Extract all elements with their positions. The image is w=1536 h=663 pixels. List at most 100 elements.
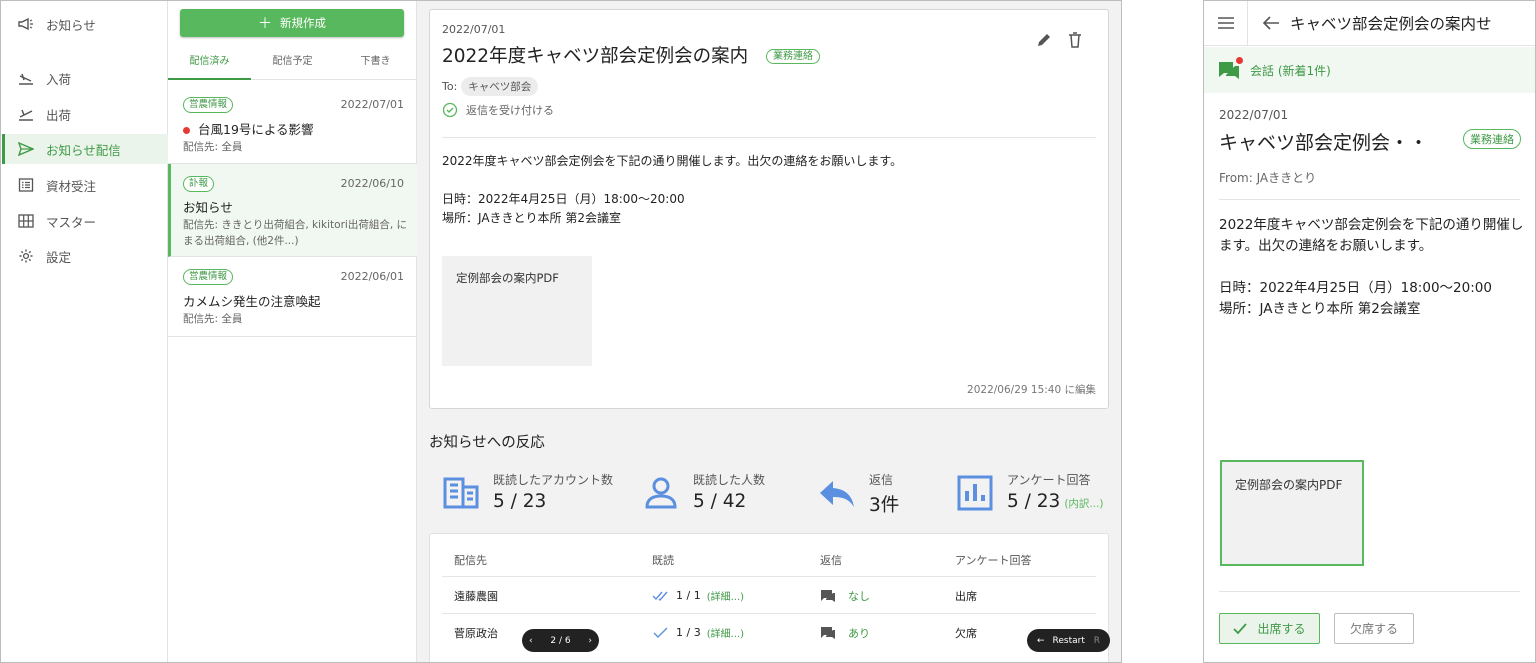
divider	[1219, 591, 1520, 592]
read-detail-link[interactable]: (詳細...)	[707, 588, 744, 603]
check-circle-icon	[442, 102, 458, 118]
category-badge: 業務連絡	[765, 49, 820, 64]
next-page-icon[interactable]: ›	[588, 636, 592, 646]
stat-value: 5 / 23 (内訳...)	[1007, 491, 1104, 512]
restart-button[interactable]: ← Restart R	[1027, 629, 1110, 652]
cell-read-value: 1 / 3	[676, 626, 701, 639]
nav-label: お知らせ	[46, 17, 96, 33]
stat-label: 既読したアカウント数	[493, 473, 614, 487]
cell-recipient: 菅原政治	[454, 627, 498, 640]
bar-chart-icon	[957, 475, 993, 511]
tab-drafts[interactable]: 下書き	[334, 49, 417, 79]
list-item-date: 2022/06/01	[340, 270, 404, 283]
stat-label: 既読した人数	[693, 473, 766, 487]
stat-value: 5 / 42	[693, 491, 747, 512]
stat-read-accounts: 既読したアカウント数 5 / 23	[441, 469, 613, 519]
cell-reply-value[interactable]: なし	[848, 588, 870, 604]
building-icon	[443, 477, 479, 509]
recipients-row: To: キャベツ部会	[442, 77, 539, 96]
mobile-page-title: キャベツ部会定例会の案内せ	[1290, 15, 1492, 33]
stat-replies: 返信 3件	[817, 469, 899, 519]
edited-timestamp: 2022/06/29 15:40 に編集	[967, 384, 1096, 396]
nav-item-material-orders[interactable]: 資材受注	[2, 170, 168, 200]
tab-sent[interactable]: 配信済み	[168, 49, 251, 80]
flight-takeoff-icon	[16, 106, 36, 122]
divider	[442, 137, 1096, 138]
chat-icon	[821, 590, 835, 602]
category-tag: 訃報	[183, 176, 215, 192]
nav-item-arrival[interactable]: 入荷	[2, 63, 168, 93]
cell-read: 1 / 1 (詳細...)	[652, 588, 744, 603]
list-item[interactable]: 営農情報 2022/06/01 カメムシ発生の注意喚起 配信先: 全員	[168, 257, 417, 337]
mobile-header: キャベツ部会定例会の案内せ	[1204, 1, 1535, 46]
back-button[interactable]	[1260, 12, 1282, 34]
stat-value: 5 / 23	[493, 491, 547, 512]
prev-page-icon[interactable]: ‹	[529, 636, 533, 646]
chat-icon	[821, 627, 835, 639]
nav-label: 設定	[46, 249, 72, 265]
nav-item-notice-delivery[interactable]: お知らせ配信	[2, 134, 168, 164]
list-item[interactable]: 営農情報 2022/07/01 台風19号による影響 配信先: 全員	[168, 81, 417, 164]
read-detail-link[interactable]: (詳細...)	[707, 625, 744, 640]
stat-label: アンケート回答	[1007, 473, 1091, 487]
new-notice-label: 新規作成	[280, 16, 326, 30]
new-badge-icon	[1236, 57, 1243, 64]
nav-item-shipping[interactable]: 出荷	[2, 99, 168, 129]
attachment-pdf[interactable]: 定例部会の案内PDF	[442, 256, 592, 366]
cell-reply: なし	[820, 588, 870, 604]
list-tabs: 配信済み 配信予定 下書き	[168, 49, 417, 80]
nav-item-settings[interactable]: 設定	[2, 241, 168, 271]
mobile-notice-title: キャベツ部会定例会・・	[1219, 132, 1429, 154]
absent-button[interactable]: 欠席する	[1334, 613, 1414, 644]
delete-button[interactable]	[1065, 30, 1085, 50]
flight-land-icon	[16, 70, 36, 86]
list-item-selected[interactable]: 訃報 2022/06/10 お知らせ 配信先: ききとり出荷組合, kikito…	[168, 164, 417, 257]
notice-body: 2022年度キャベツ部会定例会を下記の通り開催します。出欠の連絡をお願いします。…	[442, 154, 903, 225]
mobile-notice-body: 2022年度キャベツ部会定例会を下記の通り開催します。出欠の連絡をお願いします。…	[1219, 217, 1524, 317]
reactions-title: お知らせへの反応	[429, 435, 545, 451]
restart-shortcut: R	[1093, 635, 1100, 646]
mobile-notice-date: 2022/07/01	[1219, 108, 1289, 122]
double-check-icon	[652, 591, 668, 601]
return-arrow-icon: ←	[1037, 635, 1045, 646]
pager: ‹ 2 / 6 ›	[522, 629, 599, 652]
recipient-chip: キャベツ部会	[461, 77, 539, 96]
nav-item-notices[interactable]: お知らせ	[2, 9, 168, 39]
list-item-title: 台風19号による影響	[183, 119, 314, 138]
attend-button[interactable]: 出席する	[1219, 613, 1320, 644]
category-badge: 業務連絡	[1463, 129, 1521, 149]
check-icon	[653, 627, 668, 638]
attachment-pdf[interactable]: 定例部会の案内PDF	[1220, 460, 1364, 566]
mobile-window: キャベツ部会定例会の案内せ 会話 (新着1件) 2022/07/01 キャベツ部…	[1203, 0, 1536, 663]
arrow-left-icon	[1262, 16, 1279, 30]
col-header-reply: 返信	[820, 554, 842, 567]
person-icon	[645, 477, 677, 509]
list-item-title: カメムシ発生の注意喚起	[183, 294, 321, 309]
cell-survey: 欠席	[955, 627, 977, 640]
new-notice-button[interactable]: ＋ 新規作成	[180, 9, 404, 37]
stat-value: 3件	[869, 495, 900, 516]
cell-reply-value[interactable]: あり	[848, 625, 870, 641]
cell-recipient: 遠藤農園	[454, 590, 498, 603]
stat-survey: アンケート回答 5 / 23 (内訳...)	[955, 469, 1104, 519]
list-item-title-text: 台風19号による影響	[198, 122, 314, 137]
gear-icon	[16, 248, 36, 264]
nav-label: 出荷	[46, 107, 72, 123]
side-nav: お知らせ 入荷 出荷 お知らせ配信 資材受注 マスター 設定	[2, 1, 168, 662]
edit-button[interactable]	[1034, 30, 1054, 50]
notice-list-panel: ＋ 新規作成 配信済み 配信予定 下書き 営農情報 2022/07/01 台風1…	[168, 1, 417, 662]
conversation-banner[interactable]: 会話 (新着1件)	[1204, 47, 1535, 93]
page-indicator: 2 / 6	[550, 635, 571, 646]
survey-breakdown-link[interactable]: (内訳...)	[1064, 498, 1103, 510]
stat-value-text: 5 / 23	[1007, 491, 1061, 512]
category-tag: 営農情報	[183, 269, 234, 285]
sender-label: From: JAききとり	[1219, 171, 1317, 185]
tab-scheduled[interactable]: 配信予定	[251, 49, 334, 79]
nav-item-master[interactable]: マスター	[2, 206, 168, 236]
menu-button[interactable]	[1204, 1, 1248, 45]
conversation-label: 会話 (新着1件)	[1250, 63, 1331, 78]
cell-survey: 出席	[955, 590, 977, 603]
divider	[442, 613, 1096, 614]
nav-label: マスター	[46, 214, 97, 230]
nav-label: 入荷	[46, 71, 72, 87]
